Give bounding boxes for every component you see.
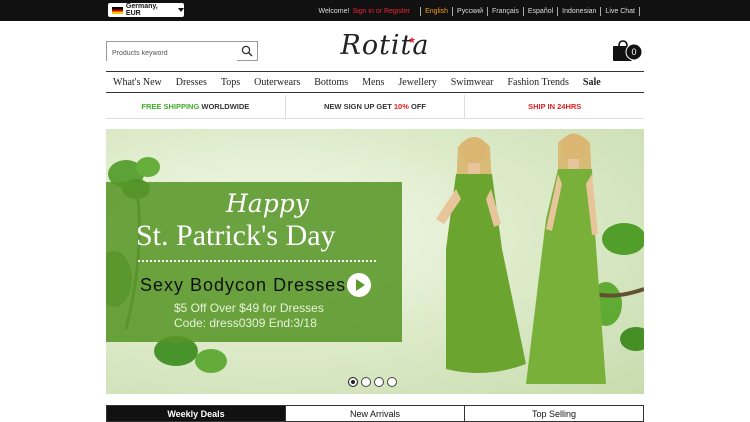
promo-ship-24[interactable]: SHIP IN 24HRS (464, 95, 644, 118)
top-links: Welcome! Sign in or Register English Рус… (318, 7, 644, 16)
main-nav: What's New Dresses Tops Outerwears Botto… (106, 71, 644, 93)
cart-count: 0 (631, 47, 636, 57)
signin-link[interactable]: Sign in or Register (352, 8, 410, 15)
slide-dot-4[interactable] (387, 377, 397, 387)
divider (522, 7, 524, 16)
slide-dot-1[interactable] (348, 377, 358, 387)
play-arrow-icon[interactable] (347, 273, 371, 297)
lang-spanish[interactable]: Español (528, 8, 553, 15)
nav-tops[interactable]: Tops (214, 77, 247, 88)
divider (639, 7, 640, 16)
promo-discount: 10% (393, 102, 409, 111)
banner-happy: Happy (226, 189, 309, 218)
promo-free-label: FREE SHIPPING (141, 102, 200, 111)
lang-russian[interactable]: Русский (457, 8, 483, 15)
banner-offer-line1: $5 Off Over $49 for Dresses (174, 301, 324, 315)
shopping-bag-icon[interactable]: 0 (612, 40, 644, 62)
nav-outerwears[interactable]: Outerwears (247, 77, 307, 88)
promo-off-label: OFF (411, 102, 426, 111)
promo-free-shipping[interactable]: FREE SHIPPING WORLDWIDE (106, 95, 285, 118)
tab-top-selling[interactable]: Top Selling (464, 406, 643, 421)
germany-flag-icon (112, 6, 123, 14)
tab-weekly-deals[interactable]: Weekly Deals (107, 406, 285, 421)
logo-star-icon: ★ (408, 36, 418, 46)
nav-swimwear[interactable]: Swimwear (444, 77, 501, 88)
promo-signup[interactable]: NEW SIGN UP GET 10% OFF (284, 95, 465, 118)
promo-worldwide-label: WORLDWIDE (201, 102, 250, 111)
locale-selector[interactable]: Germany, EUR (108, 3, 184, 17)
banner-offer-line2: Code: dress0309 End:3/18 (174, 316, 317, 330)
top-bar: Germany, EUR Welcome! Sign in or Registe… (0, 0, 750, 21)
nav-jewellery[interactable]: Jewellery (391, 77, 443, 88)
live-chat-link[interactable]: Live Chat (605, 8, 635, 15)
divider (600, 7, 602, 16)
lang-english[interactable]: English (425, 8, 448, 15)
hero-banner[interactable]: Happy St. Patrick's Day Sexy Bodycon Dre… (106, 129, 644, 394)
slide-indicators (348, 377, 397, 387)
slide-dot-3[interactable] (374, 377, 384, 387)
search-input[interactable] (107, 44, 237, 63)
banner-headline: St. Patrick's Day (136, 219, 336, 252)
banner-subheadline: Sexy Bodycon Dresses (140, 275, 347, 295)
divider (452, 7, 454, 16)
search-icon[interactable] (241, 45, 253, 57)
promo-ship-label: SHIP IN 24HRS (528, 102, 582, 111)
nav-bottoms[interactable]: Bottoms (307, 77, 355, 88)
search-box (106, 41, 258, 63)
locale-label: Germany, EUR (125, 3, 158, 17)
banner-divider (138, 260, 376, 262)
nav-dresses[interactable]: Dresses (169, 77, 214, 88)
caret-down-icon (178, 8, 184, 12)
divider (420, 7, 422, 16)
lang-french[interactable]: Français (492, 8, 519, 15)
lang-indonesian[interactable]: Indonesian (562, 8, 596, 15)
product-tabs: Weekly Deals New Arrivals Top Selling (106, 405, 644, 422)
site-logo[interactable]: Rotita ★ (330, 30, 440, 66)
tab-new-arrivals[interactable]: New Arrivals (285, 406, 464, 421)
divider (557, 7, 559, 16)
nav-fashion-trends[interactable]: Fashion Trends (501, 77, 576, 88)
nav-sale[interactable]: Sale (576, 77, 608, 88)
welcome-text: Welcome! (318, 8, 350, 15)
slide-dot-2[interactable] (361, 377, 371, 387)
promo-signup-label: NEW SIGN UP GET (324, 102, 392, 111)
nav-mens[interactable]: Mens (355, 77, 391, 88)
divider (487, 7, 489, 16)
promo-strip: FREE SHIPPING WORLDWIDE NEW SIGN UP GET … (106, 95, 644, 119)
nav-whats-new[interactable]: What's New (106, 77, 169, 88)
